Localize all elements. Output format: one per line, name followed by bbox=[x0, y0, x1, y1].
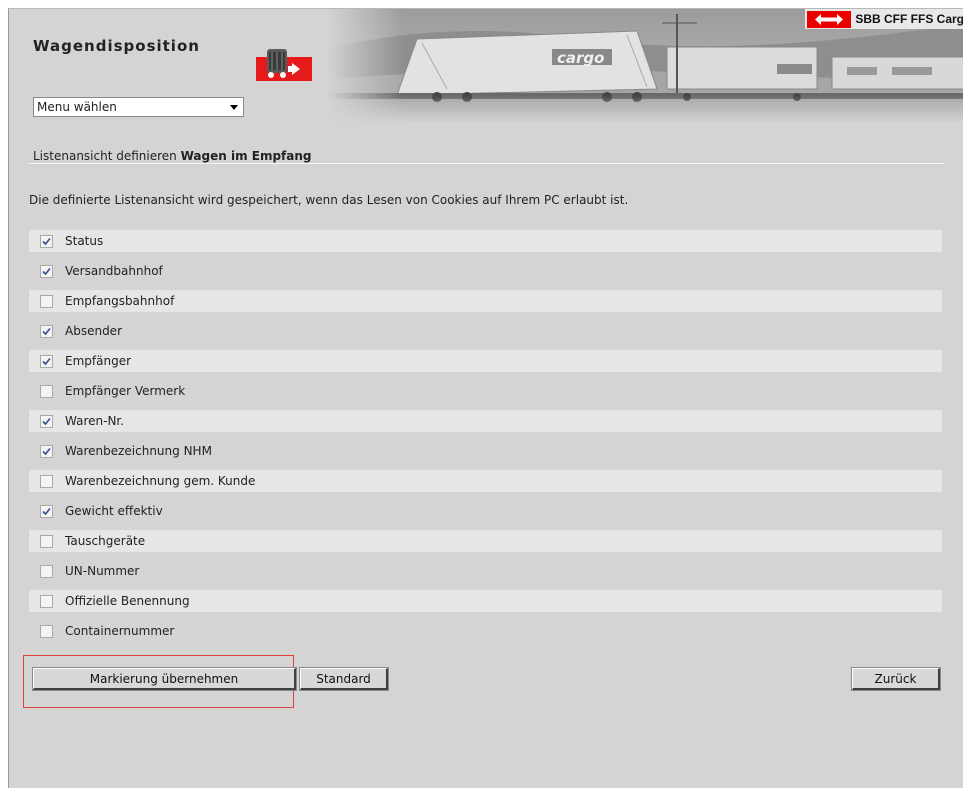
app-title: Wagendisposition bbox=[33, 37, 200, 55]
column-option-row: Waren-Nr. bbox=[29, 410, 942, 432]
column-checkbox[interactable] bbox=[40, 534, 53, 548]
chevron-down-icon bbox=[230, 105, 238, 110]
standard-button[interactable]: Standard bbox=[299, 667, 389, 691]
divider bbox=[29, 163, 944, 164]
checkmark-icon bbox=[42, 267, 51, 275]
column-label: Warenbezeichnung gem. Kunde bbox=[65, 474, 256, 488]
column-label: UN-Nummer bbox=[65, 564, 140, 578]
column-option-row: Containernummer bbox=[29, 620, 942, 642]
column-checkbox[interactable] bbox=[40, 264, 53, 278]
column-label: Absender bbox=[65, 324, 122, 338]
column-label: Gewicht effektiv bbox=[65, 504, 163, 518]
checkmark-icon bbox=[42, 327, 51, 335]
column-checkbox[interactable] bbox=[40, 564, 53, 578]
column-label: Containernummer bbox=[65, 624, 175, 638]
column-option-row: UN-Nummer bbox=[29, 560, 942, 582]
section-heading: Listenansicht definieren Wagen im Empfan… bbox=[33, 149, 312, 163]
checkmark-icon bbox=[42, 447, 51, 455]
column-label: Empfangsbahnhof bbox=[65, 294, 175, 308]
wagon-logo-icon bbox=[256, 49, 312, 81]
sbb-arrow-icon bbox=[807, 10, 852, 28]
column-label: Versandbahnhof bbox=[65, 264, 163, 278]
column-label: Status bbox=[65, 234, 104, 248]
column-checkbox[interactable] bbox=[40, 474, 53, 488]
checkmark-icon bbox=[42, 357, 51, 365]
section-prefix: Listenansicht definieren bbox=[33, 149, 177, 163]
column-checkbox[interactable] bbox=[40, 324, 53, 338]
section-name: Wagen im Empfang bbox=[180, 149, 312, 163]
header: Wagendisposition SBB CFF FFS Carg Menu w… bbox=[9, 9, 963, 124]
column-label: Tauschgeräte bbox=[65, 534, 146, 548]
column-option-row: Tauschgeräte bbox=[29, 530, 942, 552]
cookie-info-text: Die definierte Listenansicht wird gespei… bbox=[29, 193, 629, 207]
checkmark-icon bbox=[42, 237, 51, 245]
menu-select-value: Menu wählen bbox=[37, 100, 117, 114]
column-checkbox[interactable] bbox=[40, 444, 53, 458]
column-label: Offizielle Benennung bbox=[65, 594, 190, 608]
column-option-row: Absender bbox=[29, 320, 942, 342]
column-checkbox[interactable] bbox=[40, 504, 53, 518]
column-label: Empfänger bbox=[65, 354, 132, 368]
column-checkbox[interactable] bbox=[40, 414, 53, 428]
brand-text: SBB CFF FFS Carg bbox=[855, 12, 963, 26]
column-option-row: Warenbezeichnung NHM bbox=[29, 440, 942, 462]
column-checkbox[interactable] bbox=[40, 594, 53, 608]
column-option-row: Empfänger bbox=[29, 350, 942, 372]
column-label: Warenbezeichnung NHM bbox=[65, 444, 212, 458]
column-checkbox[interactable] bbox=[40, 294, 53, 308]
column-label: Waren-Nr. bbox=[65, 414, 125, 428]
column-option-row: Versandbahnhof bbox=[29, 260, 942, 282]
column-option-row: Empfangsbahnhof bbox=[29, 290, 942, 312]
menu-select[interactable]: Menu wählen bbox=[33, 97, 244, 117]
checkmark-icon bbox=[42, 507, 51, 515]
column-label: Empfänger Vermerk bbox=[65, 384, 186, 398]
column-checkbox[interactable] bbox=[40, 384, 53, 398]
column-option-row: Offizielle Benennung bbox=[29, 590, 942, 612]
app-frame: Wagendisposition SBB CFF FFS Carg Menu w… bbox=[8, 8, 963, 788]
apply-selection-button[interactable]: Markierung übernehmen bbox=[32, 667, 297, 691]
column-option-row: Empfänger Vermerk bbox=[29, 380, 942, 402]
sbb-cargo-logo: SBB CFF FFS Carg bbox=[805, 9, 963, 29]
column-checkbox[interactable] bbox=[40, 234, 53, 248]
column-option-row: Gewicht effektiv bbox=[29, 500, 942, 522]
column-option-row: Status bbox=[29, 230, 942, 252]
column-checkbox[interactable] bbox=[40, 624, 53, 638]
checkmark-icon bbox=[42, 417, 51, 425]
back-button[interactable]: Zurück bbox=[851, 667, 941, 691]
column-checkbox[interactable] bbox=[40, 354, 53, 368]
column-option-row: Warenbezeichnung gem. Kunde bbox=[29, 470, 942, 492]
